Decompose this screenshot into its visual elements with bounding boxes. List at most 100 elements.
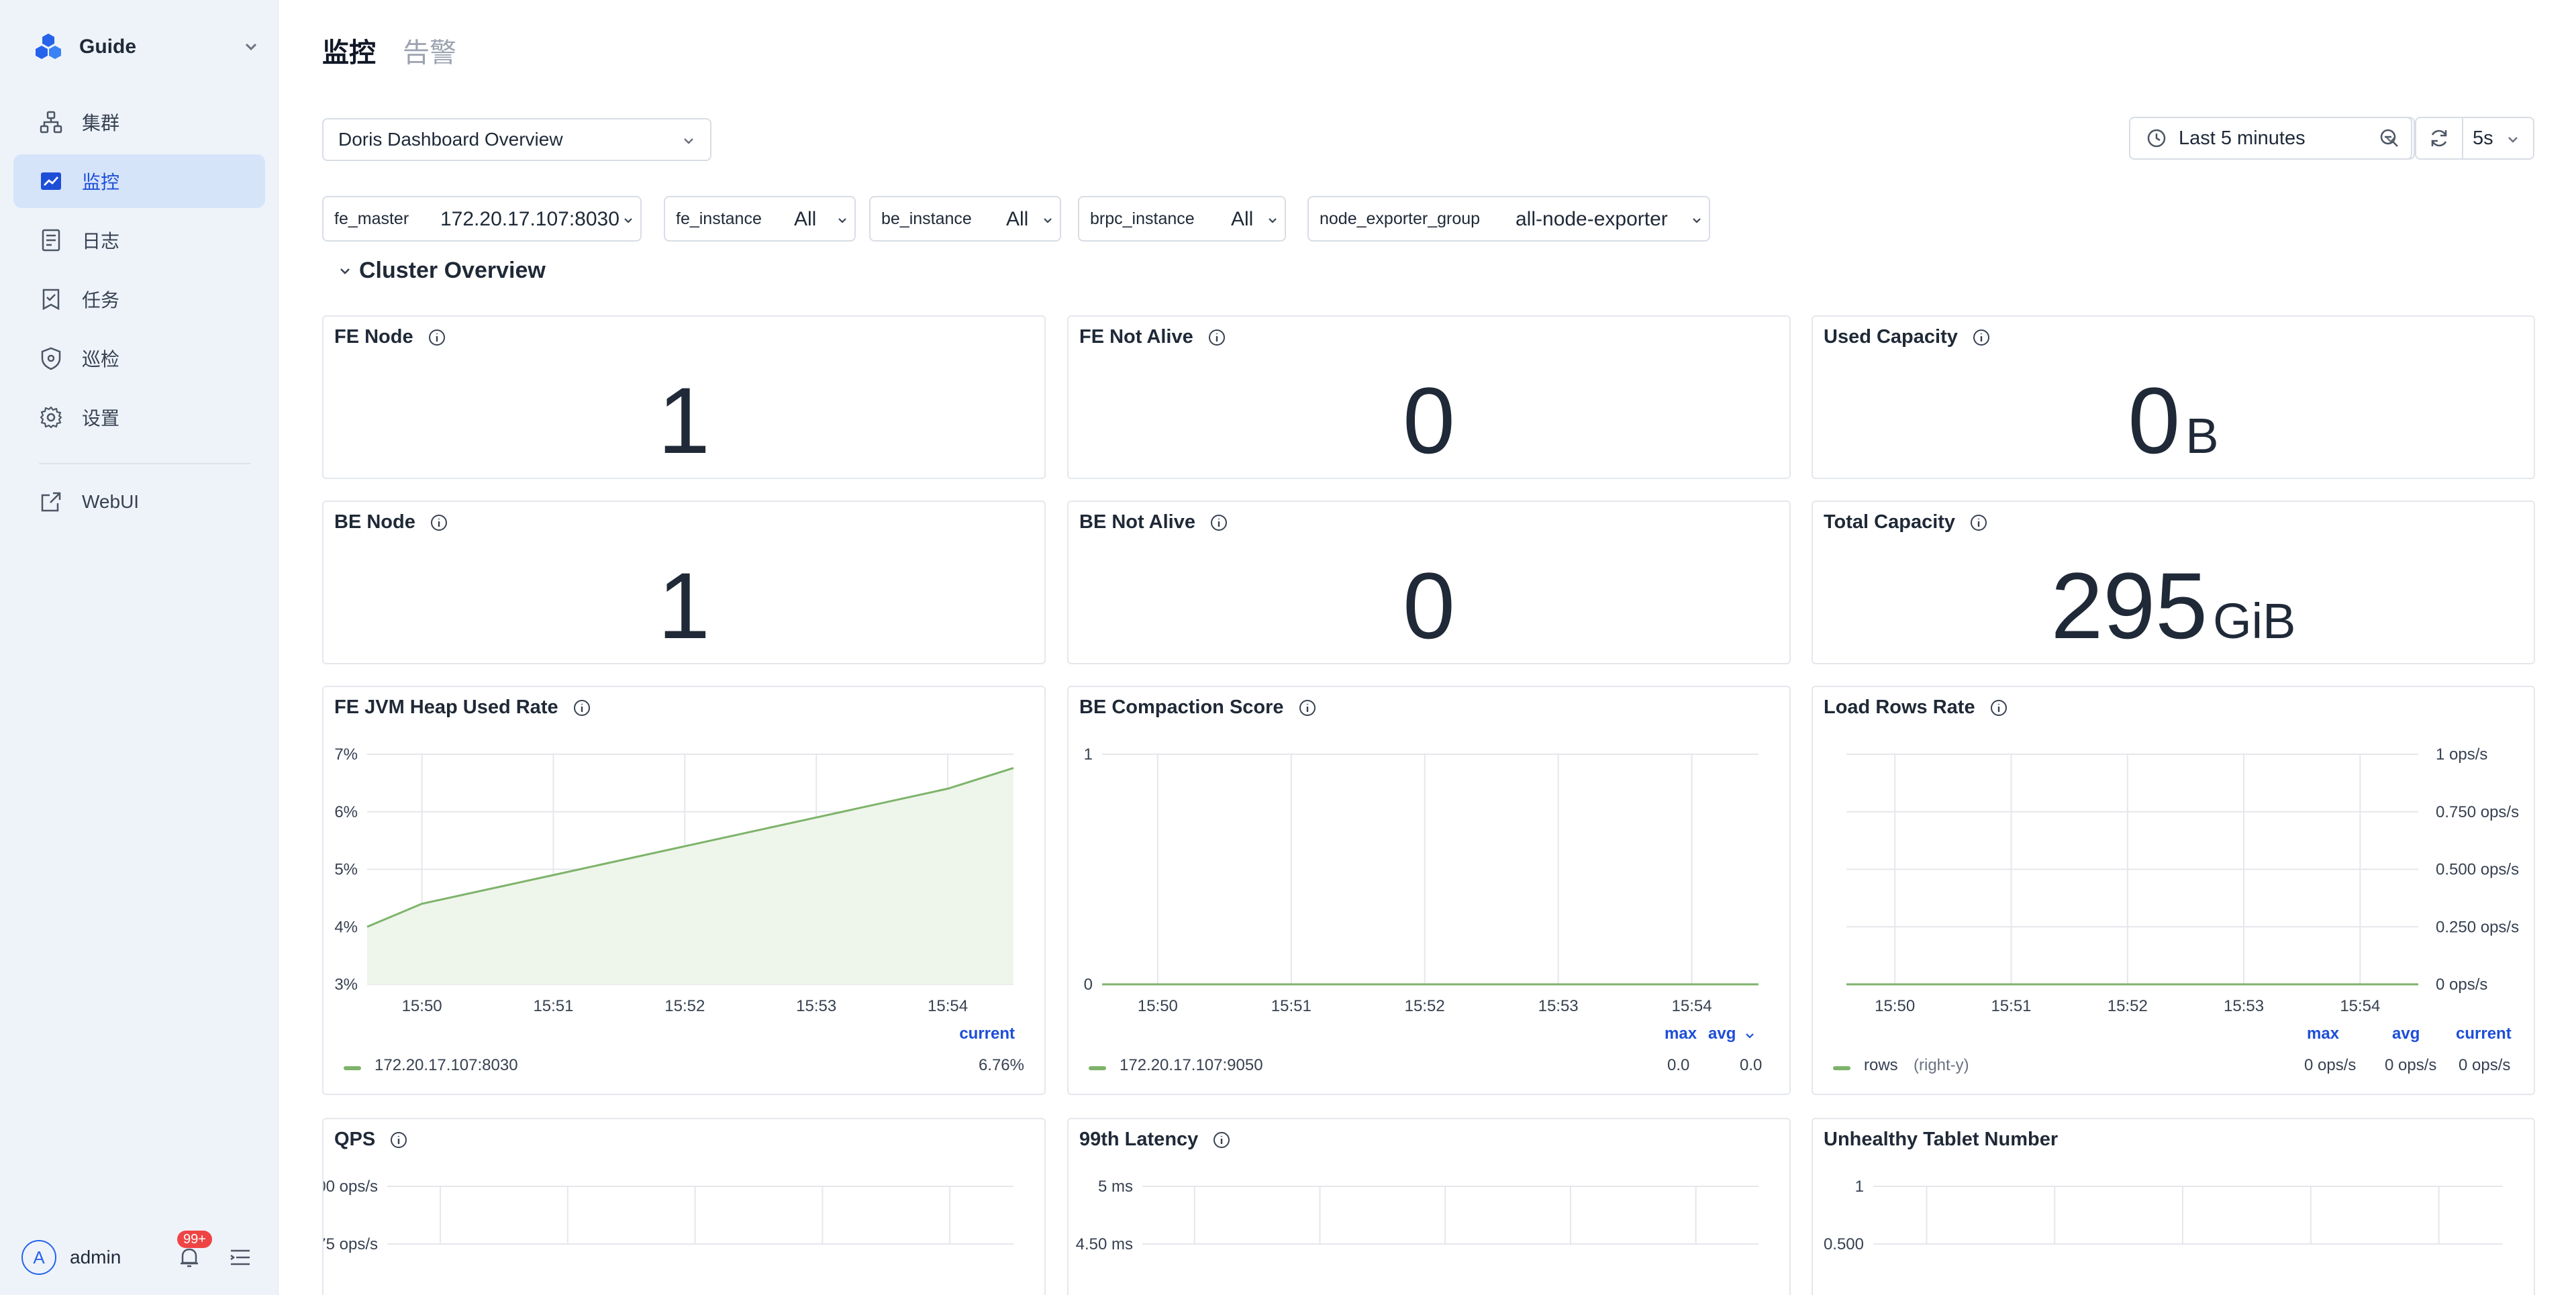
chart-fe-jvm-heap[interactable]: 3% 4% 5% 6% 7% 15:50 15:51 15:52 15:53 15:54 (324, 687, 1046, 1036)
sidebar-header[interactable]: Guide (32, 30, 260, 64)
chart-99th-latency[interactable]: 4.50 ms 5 ms (1069, 1119, 1791, 1295)
x-tick-label: 15:54 (928, 997, 968, 1015)
refresh-icon (2431, 130, 2447, 147)
sidebar-item-cluster[interactable]: 集群 (13, 95, 265, 149)
legend-series-name[interactable]: 172.20.17.107:8030 (375, 1056, 518, 1075)
y-tick-label: 0.750 ops/s (2436, 803, 2519, 821)
sidebar-item-monitor[interactable]: 监控 (13, 154, 265, 208)
sidebar-item-inspection[interactable]: 巡检 (13, 331, 265, 385)
chart-load-rows[interactable]: 0 ops/s 0.250 ops/s 0.500 ops/s 0.750 ops/s… (1813, 687, 2535, 1036)
info-icon[interactable] (1209, 513, 1229, 533)
legend-header-avg[interactable]: avg (1708, 1025, 1736, 1043)
info-icon[interactable] (1969, 513, 1989, 533)
legend-series-name[interactable]: rows (1864, 1056, 1898, 1075)
variable-value: all-node-exporter (1516, 208, 1668, 230)
variable-label: fe_master (334, 209, 409, 228)
y-tick-label: 1 ops/s (2436, 745, 2487, 764)
y-tick-label: 5 ms (1098, 1178, 1133, 1196)
sidebar-item-label: 巡检 (82, 349, 120, 370)
external-link-icon (41, 492, 61, 512)
legend-series-suffix: (right-y) (1914, 1056, 1969, 1074)
legend-series-name[interactable]: 172.20.17.107:9050 (1120, 1056, 1263, 1075)
legend-value-avg: 0 ops/s (2385, 1056, 2437, 1074)
refresh-interval-select[interactable]: 5s (2473, 127, 2493, 150)
clock-icon (2147, 129, 2166, 148)
variable-label: be_instance (881, 209, 972, 228)
info-icon[interactable] (427, 327, 447, 348)
panel-be-compaction: BE Compaction Score 0 1 15:50 15:51 15:52 15:… (1067, 686, 1791, 1095)
stat-value: 1 (324, 370, 1044, 471)
refresh-button[interactable] (2416, 118, 2463, 158)
x-tick-label: 15:54 (2340, 997, 2380, 1015)
variable-fe-instance[interactable]: fe_instance All (664, 196, 856, 242)
sidebar-item-task[interactable]: 任务 (13, 272, 265, 326)
stat-value: 295 GiB (1813, 553, 2534, 663)
variable-fe-master[interactable]: fe_master 172.20.17.107:8030 (322, 196, 642, 242)
chart-unhealthy-tablet[interactable]: 0.500 1 (1813, 1119, 2535, 1295)
sidebar-webui: WebUI (13, 475, 265, 534)
tab-alert[interactable]: 告警 (403, 31, 456, 70)
legend-header-max[interactable]: max (1665, 1025, 1697, 1043)
panel-title-text: BE Not Alive (1079, 511, 1195, 533)
cluster-icon (40, 111, 62, 134)
shield-icon (41, 347, 61, 370)
stat-value: 0B (1813, 370, 2534, 478)
variable-node-exporter-group[interactable]: node_exporter_group all-node-exporter (1307, 196, 1710, 242)
info-icon[interactable] (1971, 327, 1991, 348)
x-tick-label: 15:50 (1138, 997, 1178, 1015)
legend-header-max[interactable]: max (2307, 1025, 2339, 1043)
sidebar-item-label: 设置 (82, 408, 120, 429)
header-tabs: 监控 告警 (322, 31, 456, 70)
legend-swatch (1089, 1066, 1106, 1070)
panel-title-text: Total Capacity (1824, 511, 1956, 533)
sidebar: Guide 集群 监控 日志 任务 巡检 设置 WebUI A admin 99… (0, 0, 279, 1295)
chevron-down-icon (1693, 218, 1701, 223)
info-icon[interactable] (429, 513, 449, 533)
main-content: 监控 告警 Doris Dashboard Overview Last 5 mi… (279, 0, 2576, 1295)
sidebar-item-log[interactable]: 日志 (13, 213, 265, 267)
info-icon[interactable] (1207, 327, 1227, 348)
chart-be-compaction[interactable]: 0 1 15:50 15:51 15:52 15:53 15:54 (1069, 687, 1791, 1036)
y-tick-label: 3% (334, 976, 358, 994)
variable-brpc-instance[interactable]: brpc_instance All (1078, 196, 1286, 242)
y-tick-label: 4.50 ms (1076, 1235, 1133, 1253)
dashboard-select-value: Doris Dashboard Overview (338, 129, 563, 150)
zoom-out-button[interactable] (2368, 117, 2412, 160)
sidebar-item-webui[interactable]: WebUI (13, 475, 265, 529)
panel-unhealthy-tablet: Unhealthy Tablet Number 0.500 1 (1812, 1118, 2535, 1295)
chart-qps[interactable]: 0.75 ops/s 1.00 ops/s (324, 1119, 1046, 1295)
x-tick-label: 15:52 (2108, 997, 2148, 1015)
x-tick-label: 15:52 (664, 997, 705, 1015)
stat-number: 0 (1403, 553, 1455, 658)
sidebar-item-label: 任务 (82, 290, 120, 311)
legend-header-current[interactable]: current (959, 1025, 1015, 1043)
chevron-down-icon (1269, 218, 1277, 223)
y-tick-label: 0.500 ops/s (2436, 861, 2519, 879)
legend-header-avg[interactable]: avg (2392, 1025, 2420, 1043)
sidebar-item-settings[interactable]: 设置 (13, 391, 265, 444)
panel-be-node: BE Node 1 (322, 501, 1046, 664)
legend-header-current[interactable]: current (2456, 1025, 2512, 1043)
y-tick-label: 0 (1084, 976, 1093, 994)
sidebar-item-label: 集群 (82, 113, 120, 134)
stat-number: 295 (2050, 553, 2208, 658)
section-header[interactable]: Cluster Overview (338, 258, 546, 284)
avatar[interactable]: A (21, 1240, 56, 1275)
dashboard-select[interactable]: Doris Dashboard Overview (322, 118, 711, 161)
legend-value-current: 6.76% (978, 1056, 1024, 1074)
panel-fe-jvm-heap: FE JVM Heap Used Rate 3% 4% 5% 6% 7% 15:50 15:… (322, 686, 1046, 1095)
sidebar-nav: 集群 监控 日志 任务 巡检 设置 (13, 95, 265, 450)
collapse-menu-icon[interactable] (227, 1244, 254, 1271)
y-tick-label: 0.250 ops/s (2436, 918, 2519, 936)
stat-value: 1 (324, 556, 1044, 656)
x-tick-label: 15:51 (533, 997, 573, 1015)
task-icon (42, 289, 60, 311)
y-tick-label: 4% (334, 918, 358, 936)
legend-value-max: 0.0 (1667, 1056, 1690, 1074)
y-tick-label: 1 (1084, 745, 1093, 764)
panel-fe-node: FE Node 1 (322, 315, 1046, 479)
panel-load-rows: Load Rows Rate 0 ops/s 0.250 ops/s 0.500 o… (1812, 686, 2535, 1095)
variable-be-instance[interactable]: be_instance All (869, 196, 1061, 242)
tab-monitor[interactable]: 监控 (322, 31, 376, 70)
user-name[interactable]: admin (70, 1247, 121, 1268)
